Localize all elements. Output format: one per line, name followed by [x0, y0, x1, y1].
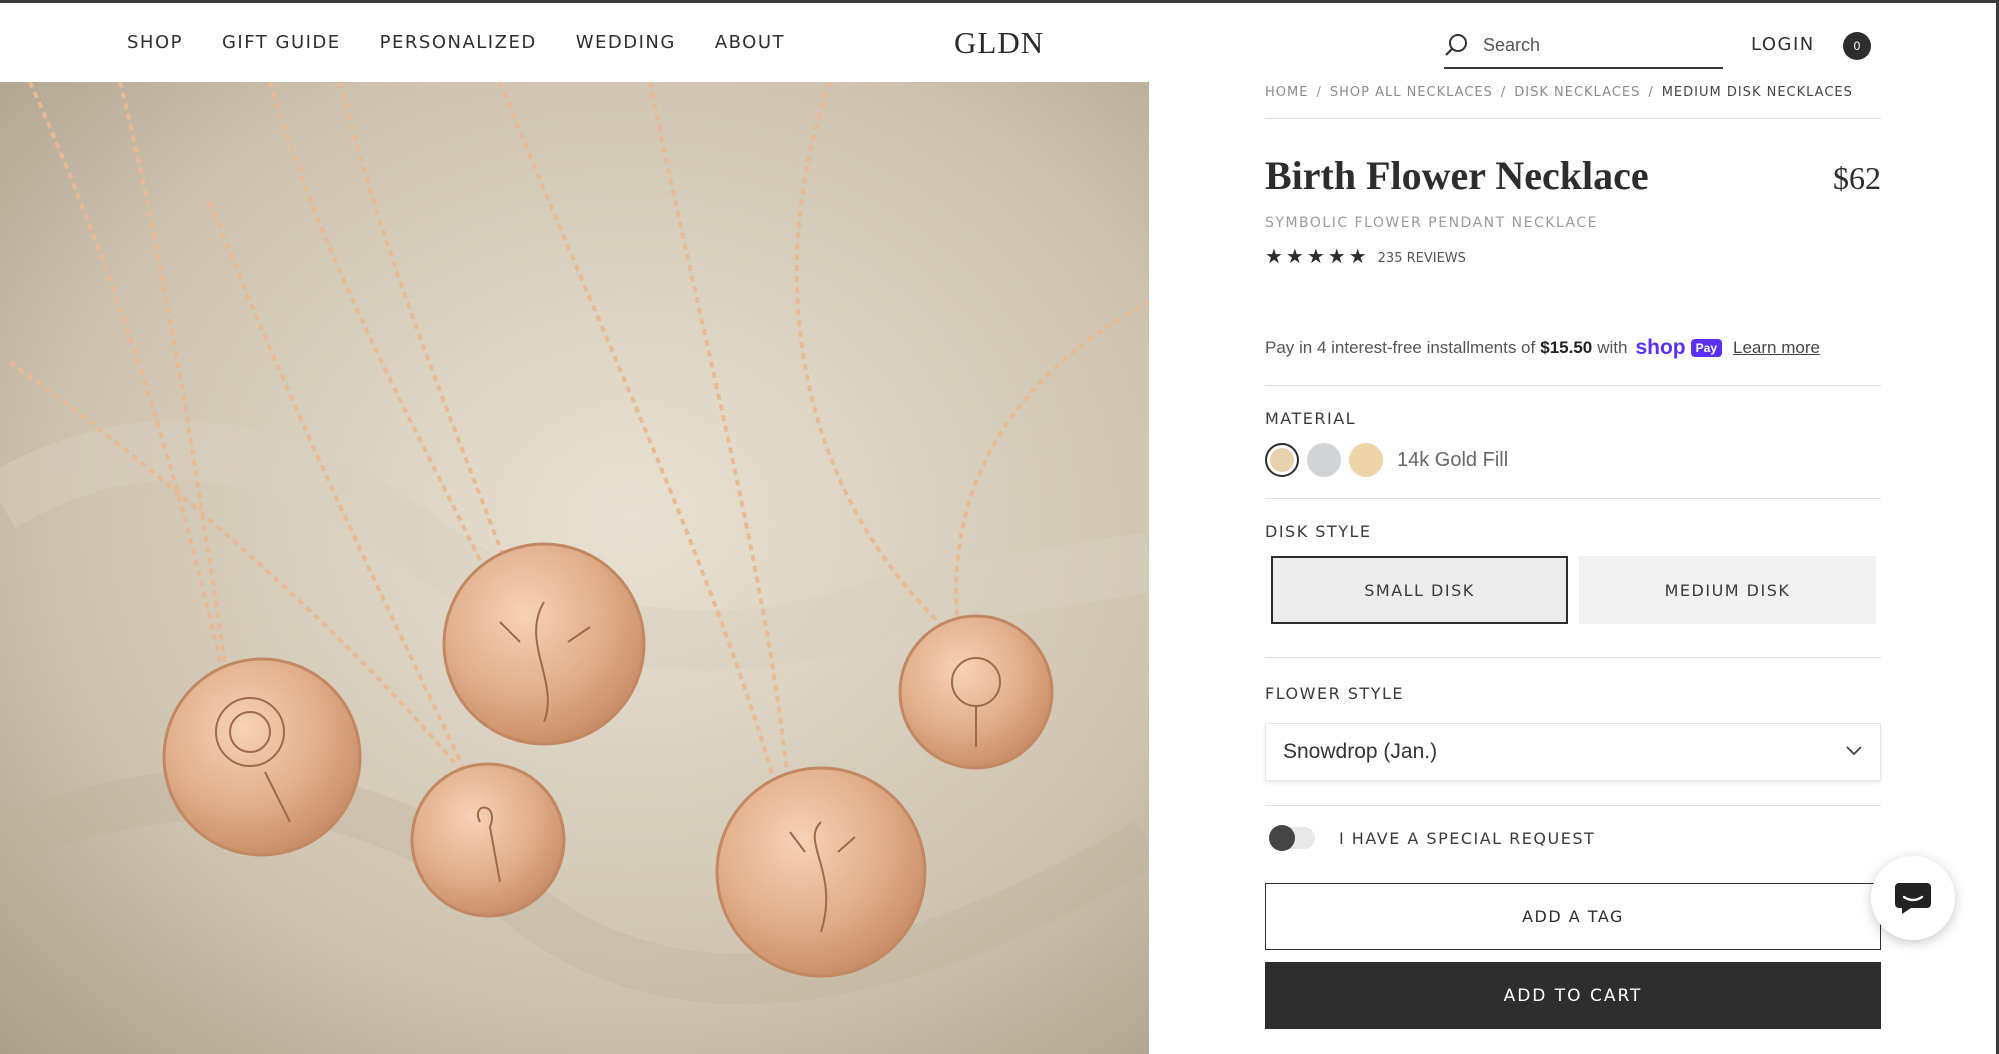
main-nav: SHOP GIFT GUIDE PERSONALIZED WEDDING ABO…	[127, 32, 824, 53]
rating-stars: ★★★★★	[1265, 246, 1370, 268]
search-input[interactable]	[1483, 35, 1713, 56]
material-swatch-gold-fill[interactable]	[1265, 443, 1299, 477]
necklace-photo	[0, 82, 1149, 1054]
breadcrumb-shop-all-necklaces[interactable]: SHOP ALL NECKLACES	[1330, 85, 1493, 100]
product-title: Birth Flower Necklace	[1265, 153, 1649, 198]
nav-gift-guide[interactable]: GIFT GUIDE	[222, 32, 341, 53]
product-price: $62	[1833, 160, 1881, 196]
material-swatch-silver[interactable]	[1307, 443, 1341, 477]
product-image[interactable]	[0, 82, 1149, 1054]
add-to-cart-button[interactable]: ADD TO CART	[1265, 962, 1881, 1029]
toggle-knob	[1269, 825, 1295, 851]
product-rating[interactable]: ★★★★★ 235 REVIEWS	[1265, 244, 1466, 269]
learn-more-link[interactable]: Learn more	[1733, 338, 1820, 358]
divider	[1265, 385, 1881, 386]
chat-icon	[1895, 883, 1931, 914]
chat-button[interactable]	[1871, 856, 1955, 940]
breadcrumb-separator: /	[1500, 85, 1507, 100]
add-tag-button[interactable]: ADD A TAG	[1265, 883, 1881, 950]
material-swatches: 14k Gold Fill	[1265, 443, 1508, 477]
material-swatch-rose-gold[interactable]	[1349, 443, 1383, 477]
medium-disk-button[interactable]: MEDIUM DISK	[1579, 556, 1876, 624]
search-box[interactable]	[1444, 27, 1723, 69]
shop-pay-logo: shop	[1635, 336, 1686, 359]
installments-text: Pay in 4 interest-free installments of	[1265, 338, 1536, 357]
divider	[1265, 498, 1881, 499]
logo[interactable]: GLDN	[954, 25, 1044, 61]
material-label: MATERIAL	[1265, 409, 1357, 428]
nav-about[interactable]: ABOUT	[715, 32, 785, 53]
nav-wedding[interactable]: WEDDING	[576, 32, 676, 53]
site-header: SHOP GIFT GUIDE PERSONALIZED WEDDING ABO…	[0, 3, 1996, 83]
special-request-row: I HAVE A SPECIAL REQUEST	[1269, 825, 1596, 851]
breadcrumb-separator: /	[1648, 85, 1654, 100]
nav-personalized[interactable]: PERSONALIZED	[380, 32, 537, 53]
breadcrumb-current[interactable]: MEDIUM DISK NECKLACES	[1662, 85, 1853, 100]
disk-style-label: DISK STYLE	[1265, 522, 1372, 541]
special-request-label: I HAVE A SPECIAL REQUEST	[1339, 828, 1596, 848]
flower-style-value: Snowdrop (Jan.)	[1283, 740, 1438, 763]
nav-shop[interactable]: SHOP	[127, 32, 183, 53]
breadcrumb-separator: /	[1316, 85, 1322, 100]
divider	[1265, 805, 1881, 806]
reviews-link[interactable]: 235 REVIEWS	[1378, 251, 1466, 266]
flower-style-label: FLOWER STYLE	[1265, 684, 1404, 703]
shop-pay-installments: Pay in 4 interest-free installments of $…	[1265, 336, 1820, 360]
search-icon	[1445, 34, 1467, 56]
shop-pay-badge: Pay	[1690, 339, 1722, 357]
login-link[interactable]: LOGIN	[1751, 34, 1815, 55]
installments-with: with	[1597, 338, 1628, 357]
chevron-down-icon	[1846, 746, 1862, 756]
breadcrumb-disk-necklaces[interactable]: DISK NECKLACES	[1514, 85, 1640, 100]
divider	[1265, 657, 1881, 658]
flower-style-select[interactable]: Snowdrop (Jan.)	[1265, 723, 1881, 781]
breadcrumb: HOME / SHOP ALL NECKLACES / DISK NECKLACES / M…	[1265, 85, 1881, 119]
small-disk-button[interactable]: SMALL DISK	[1271, 556, 1568, 624]
installment-amount: $15.50	[1540, 338, 1593, 357]
product-subtitle: SYMBOLIC FLOWER PENDANT NECKLACE	[1265, 215, 1598, 231]
special-request-toggle[interactable]	[1269, 825, 1315, 851]
material-selected-name: 14k Gold Fill	[1397, 448, 1509, 471]
breadcrumb-home[interactable]: HOME	[1265, 85, 1308, 100]
cart-count-badge[interactable]: 0	[1843, 32, 1871, 60]
